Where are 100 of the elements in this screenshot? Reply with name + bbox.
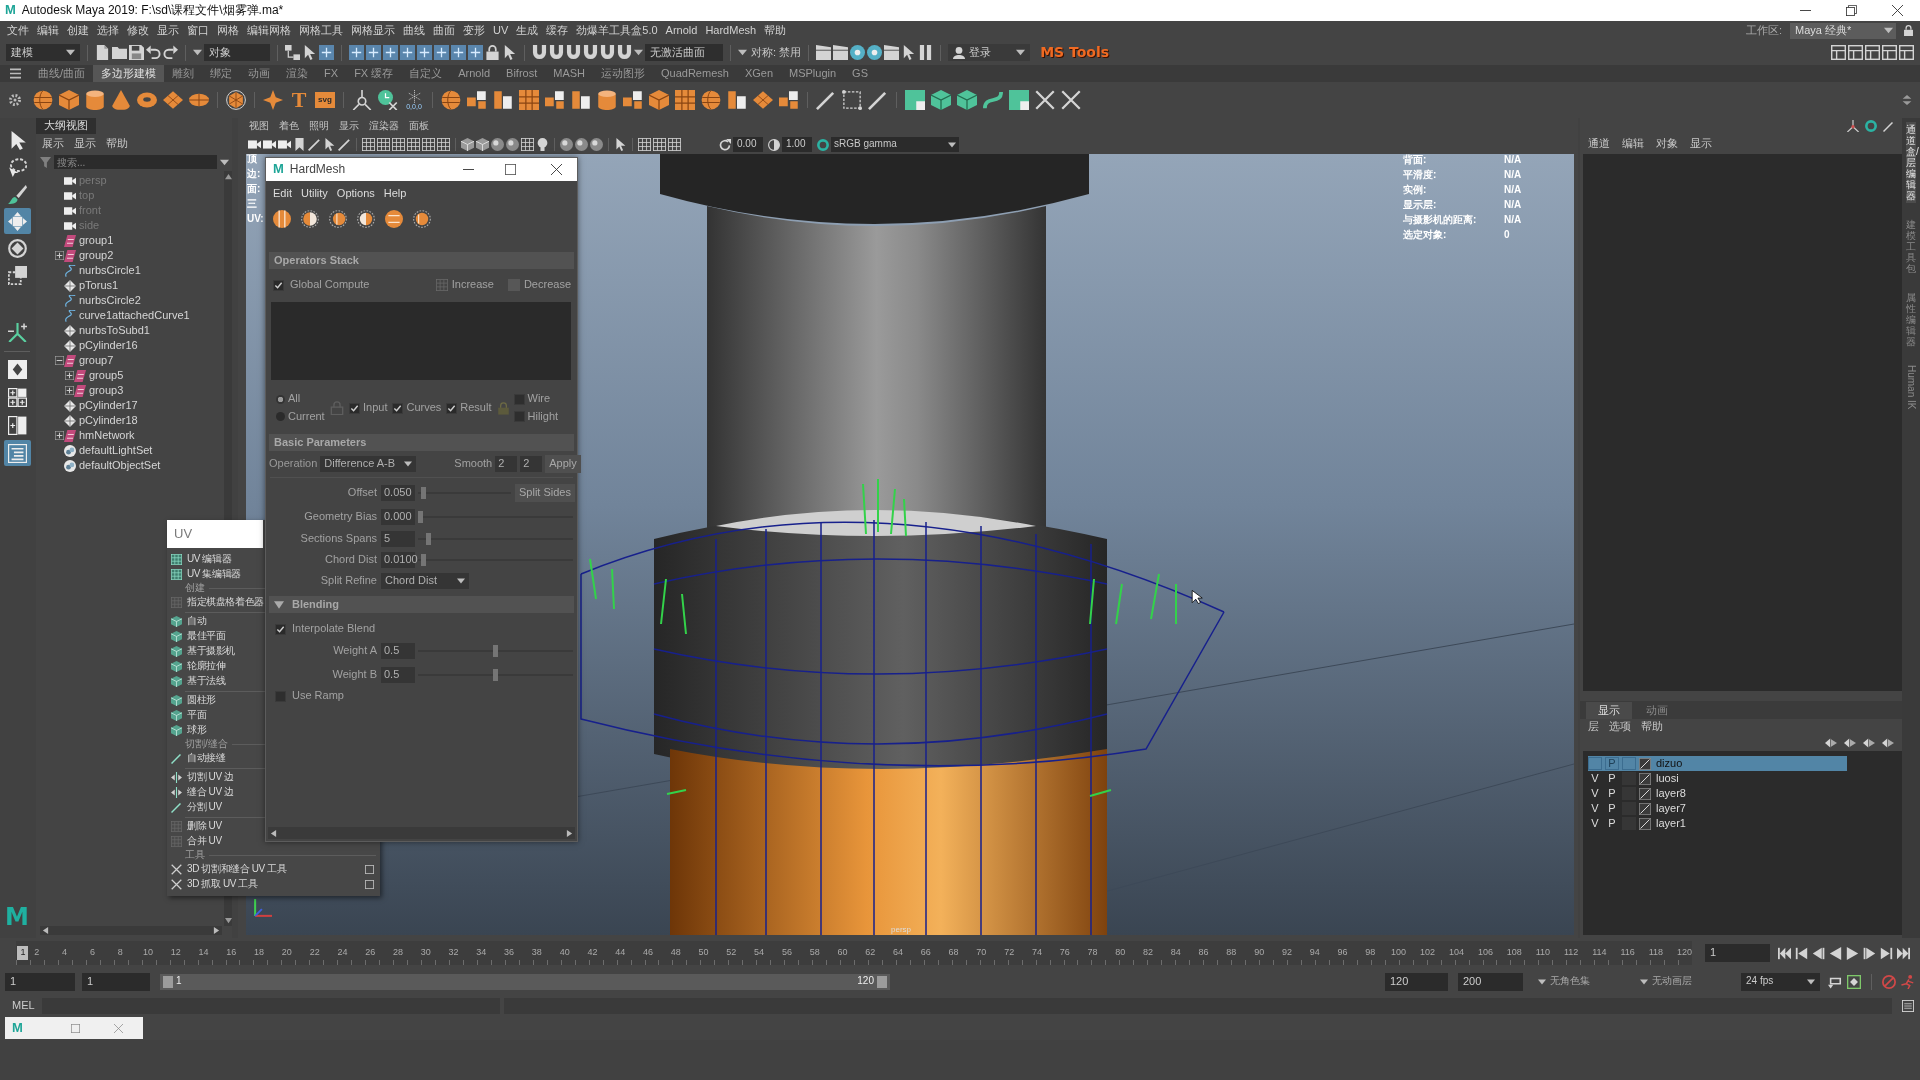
frame-label: 52 [726, 947, 737, 959]
frame-label: 48 [670, 947, 681, 959]
frame-label: 100 [1391, 947, 1407, 959]
menu-section-label: 创建 [185, 582, 205, 595]
field-label: Sections Spans [300, 532, 377, 545]
frame-label: 26 [365, 947, 376, 959]
frame-label: 22 [309, 947, 320, 959]
checkbox-label: Wire [527, 392, 551, 406]
menu-section-label: 工具 [185, 849, 205, 862]
frame-label: 50 [698, 947, 709, 959]
frame-label: 58 [809, 947, 820, 959]
frame-label: 12 [170, 947, 181, 959]
frame-label: 116 [1620, 947, 1635, 959]
section-title: Basic Parameters [274, 435, 367, 450]
frame-label: 102 [1420, 947, 1436, 959]
frame-label: 108 [1506, 947, 1522, 959]
hud-label: 与摄影机的距离: [1403, 213, 1478, 227]
frame-label: 90 [1254, 947, 1265, 959]
frame-label: 84 [1170, 947, 1181, 959]
menu-section-label: 切割/缝合 [185, 738, 228, 751]
field-label: Geometry Bias [304, 510, 377, 523]
workspace-label: 工作区: [1745, 23, 1782, 38]
hud-label: 边: [247, 167, 262, 181]
field-label: Smooth [454, 457, 493, 471]
camera-name: persp [891, 925, 911, 935]
frame-label: 32 [448, 947, 459, 959]
checkbox-label: Interpolate Blend [292, 622, 376, 636]
app-logo: M [273, 161, 284, 178]
hud-value: N/A [1504, 213, 1522, 227]
frame-label: 62 [865, 947, 876, 959]
field-label: Split Refine [320, 574, 377, 587]
hud-value: N/A [1504, 154, 1522, 167]
hud-value: N/A [1504, 198, 1522, 212]
range-end-label: 120 [857, 975, 874, 988]
window-title: Autodesk Maya 2019: F:\sd\课程文件\烟雾弹.ma* [21, 3, 284, 18]
checkbox-label: Curves [406, 401, 442, 415]
frame-label: 18 [254, 947, 265, 959]
frame-label: 82 [1143, 947, 1154, 959]
frame-label: 2 [34, 947, 40, 959]
hud-label: 实例: [1403, 183, 1428, 197]
hud-label: 背面: [1403, 154, 1428, 167]
radio-label: Current [288, 410, 325, 424]
frame-label: 118 [1648, 947, 1664, 959]
hud-value: N/A [1504, 183, 1522, 197]
hud-label: 面: [247, 182, 262, 196]
frame-label: 110 [1535, 947, 1551, 959]
section-title: Blending [292, 597, 340, 612]
frame-label: 44 [615, 947, 626, 959]
hud-label: 平滑度: [1403, 168, 1438, 182]
frame-label: 46 [643, 947, 653, 959]
frame-label: 8 [117, 947, 123, 959]
frame-label: 4 [62, 947, 68, 959]
checkbox-label: Hilight [527, 410, 559, 424]
frame-label: 34 [476, 947, 487, 959]
frame-label: 10 [142, 947, 153, 959]
frame-label: 60 [837, 947, 848, 959]
field-label: Chord Dist [325, 553, 377, 566]
frame-label: 36 [504, 947, 515, 959]
frame-label: 6 [89, 947, 95, 959]
frame-label: 88 [1226, 947, 1237, 959]
frame-label: 94 [1309, 947, 1320, 959]
frame-label: 64 [893, 947, 903, 959]
frame-label: 74 [1031, 947, 1042, 959]
frame-label: 38 [531, 947, 542, 959]
app-logo: M [5, 2, 16, 19]
frame-label: 24 [337, 947, 348, 959]
menu-title: UV [167, 520, 263, 548]
radio-label: All [288, 392, 301, 406]
frame-label: 28 [392, 947, 403, 959]
frame-label: 120 [1676, 947, 1692, 959]
section-title: Operators Stack [274, 253, 359, 268]
frame-label: 104 [1448, 947, 1464, 959]
frame-label: 66 [920, 947, 931, 959]
frame-label: 78 [1087, 947, 1098, 959]
field-label: Offset [347, 486, 377, 499]
field-label: Operation [269, 457, 318, 471]
frame-label: 54 [754, 947, 765, 959]
frame-label: 80 [1115, 947, 1126, 959]
checkbox-label: Use Ramp [292, 689, 344, 703]
frame-label: 92 [1281, 947, 1292, 959]
frame-label: 30 [420, 947, 431, 959]
hud-value: N/A [1504, 168, 1522, 182]
range-start-label: 1 [176, 975, 182, 988]
panel-title: 大纲视图 [36, 118, 96, 134]
frame-label: 76 [1059, 947, 1070, 959]
window-title: HardMesh [289, 162, 346, 177]
frame-label: 72 [1004, 947, 1015, 959]
frame-label: 70 [976, 947, 987, 959]
hud-label: 显示层: [1403, 198, 1438, 212]
hud-label: 三 [247, 197, 258, 211]
field-label: Weight B [332, 668, 377, 681]
frame-label: 20 [281, 947, 292, 959]
checkbox-label: Input [363, 401, 388, 415]
frame-label: 14 [198, 947, 209, 959]
checkbox-label: Result [460, 401, 492, 415]
frame-label: 106 [1477, 947, 1493, 959]
hud-value: 0 [1504, 228, 1511, 242]
frame-label: 86 [1198, 947, 1209, 959]
hud-label: 顶 [247, 154, 258, 166]
hud-label: 选定对象: [1403, 228, 1448, 242]
